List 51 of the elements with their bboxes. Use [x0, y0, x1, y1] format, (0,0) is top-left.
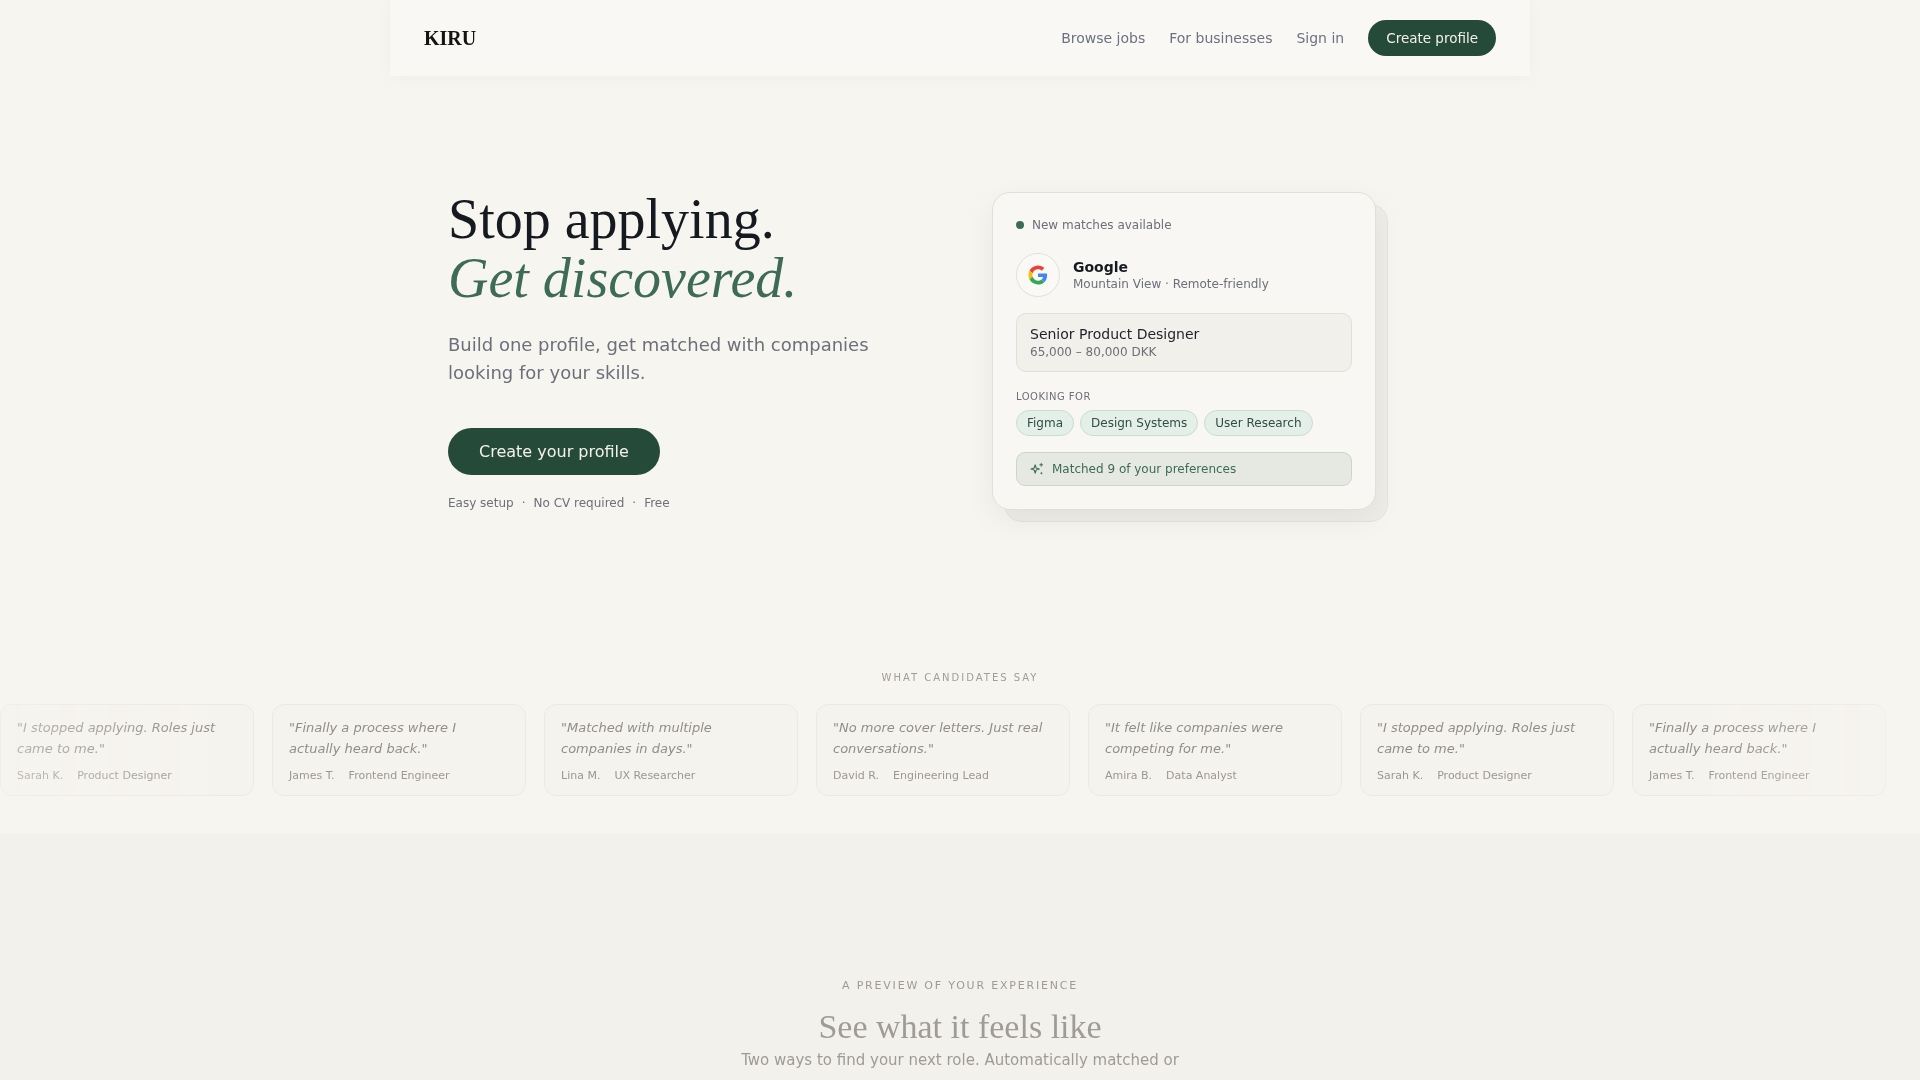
skill-tag: Figma	[1016, 409, 1075, 436]
author-role: Frontend Engineer	[1708, 767, 1810, 784]
section-title: See what it feels like	[818, 1006, 1102, 1047]
create-your-profile-button[interactable]: Create your profile	[448, 427, 660, 475]
testimonial-quote: "No more cover letters. Just real conversations."	[833, 718, 1044, 758]
author-role: Product Designer	[1437, 767, 1532, 784]
testimonial-quote: "Finally a process where I actually heard back."	[289, 718, 457, 758]
nav-link[interactable]: Sign in	[1296, 29, 1345, 47]
job-title: Senior Product Designer	[1030, 324, 1201, 344]
testimonial-quote: "Finally a process where I actually heard back."	[1649, 718, 1817, 758]
company-name: Google	[1073, 257, 1130, 276]
feature-text: Easy setup	[448, 494, 514, 512]
author-name: Sarah K.	[1377, 767, 1424, 784]
status-dot-icon	[1016, 220, 1024, 229]
headline-text: Stop applying.	[448, 190, 776, 249]
salary-range: 65,000 – 80,000 DKK	[1030, 343, 1158, 361]
section-subtitle: Two ways to find your next role. Automatically matched or	[741, 1049, 1179, 1070]
testimonial-quote: "I stopped applying. Roles just came to me."	[17, 718, 217, 758]
author-name: Lina M.	[561, 767, 601, 784]
testimonial-quote: "Matched with multiple companies in days."	[561, 718, 713, 758]
nav-link[interactable]: Browse jobs	[1061, 29, 1146, 47]
author-role: Engineering Lead	[893, 767, 989, 784]
author-name: David R.	[833, 767, 879, 784]
feature-text: Free	[644, 494, 670, 512]
author-name: Amira B.	[1105, 767, 1153, 784]
author-name: James T.	[1649, 767, 1695, 784]
company-location: Mountain View · Remote-friendly	[1073, 275, 1269, 292]
author-name: Sarah K.	[17, 767, 64, 784]
skill-tag: Design Systems	[1080, 409, 1199, 436]
match-summary-text: Matched 9 of your preferences	[1052, 461, 1237, 476]
logo-wordmark[interactable]: KIRU	[424, 26, 477, 50]
testimonial-quote: "It felt like companies were competing for me."	[1105, 718, 1285, 758]
create-profile-button[interactable]: Create profile	[1368, 20, 1496, 56]
section-eyebrow: A PREVIEW OF YOUR EXPERIENCE	[842, 977, 1078, 994]
skill-tag: User Research	[1204, 409, 1313, 436]
feature-text: No CV required	[533, 494, 625, 512]
testimonial-quote: "I stopped applying. Roles just came to me."	[1377, 718, 1577, 758]
hero-subtitle: Build one profile, get matched with companies looking for your skills.	[448, 332, 870, 385]
sparkle-icon	[1030, 462, 1044, 475]
separator: ·	[521, 494, 526, 512]
status-text: New matches available	[1032, 216, 1172, 234]
author-role: Product Designer	[77, 767, 172, 784]
author-name: James T.	[289, 767, 335, 784]
company-logo-icon	[1016, 252, 1060, 297]
nav-link[interactable]: For businesses	[1169, 29, 1273, 47]
looking-for-label: LOOKING FOR	[1016, 389, 1092, 404]
separator: ·	[632, 494, 637, 512]
author-role: Frontend Engineer	[348, 767, 450, 784]
section-label: WHAT CANDIDATES SAY	[881, 670, 1039, 685]
author-role: UX Researcher	[614, 767, 696, 784]
author-role: Data Analyst	[1166, 767, 1237, 784]
